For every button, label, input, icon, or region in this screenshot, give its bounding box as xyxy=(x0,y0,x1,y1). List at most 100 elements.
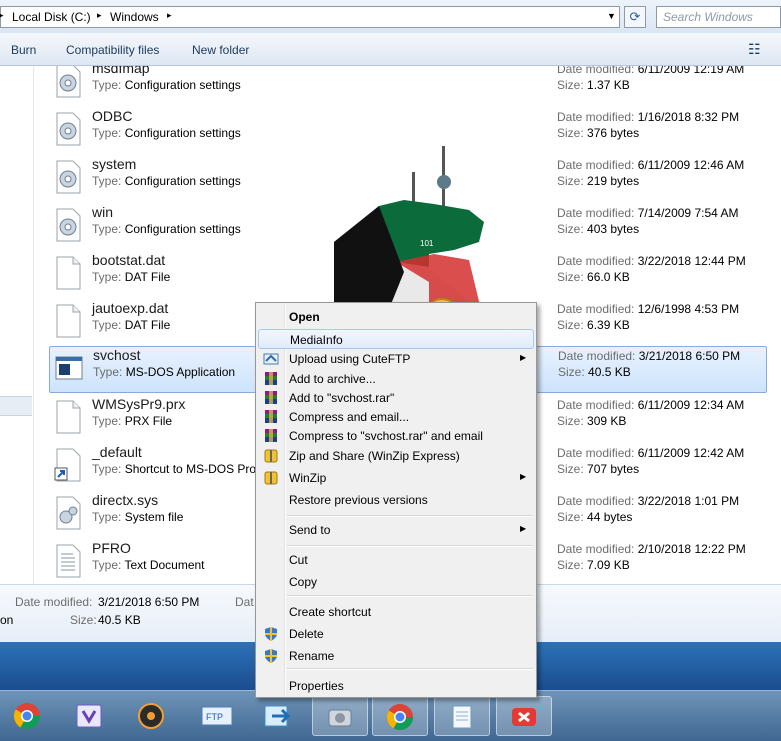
size-label: Size: xyxy=(557,78,584,92)
menu-item-label: Delete xyxy=(289,627,324,641)
size-value: 66.0 KB xyxy=(587,270,630,284)
menu-item-cut[interactable]: Cut xyxy=(258,550,534,570)
size-value: 40.5 KB xyxy=(588,365,631,379)
type-value: Text Document xyxy=(124,558,205,572)
breadcrumb-separator[interactable]: ▸ xyxy=(167,10,172,21)
details-size-value: 40.5 KB xyxy=(98,613,141,627)
size-value: 219 bytes xyxy=(587,174,640,188)
date-value: 6/11/2009 12:19 AM xyxy=(637,66,745,76)
taskbar-item[interactable] xyxy=(250,696,306,736)
date-value: 6/11/2009 12:42 AM xyxy=(637,446,745,460)
taskbar-item[interactable] xyxy=(0,696,56,736)
new-folder-button[interactable]: New folder xyxy=(192,43,249,57)
file-date: Date modified: 12/6/1998 4:53 PM xyxy=(557,302,739,316)
config-file-icon xyxy=(54,208,82,242)
breadcrumb-separator[interactable]: ▸ xyxy=(97,10,102,21)
menu-item-open[interactable]: Open xyxy=(258,307,534,327)
menu-item-label: Compress to "svchost.rar" and email xyxy=(289,429,483,443)
menu-item-copy[interactable]: Copy xyxy=(258,572,534,592)
view-options-icon[interactable]: ☷ xyxy=(748,41,761,58)
menu-item-label: Send to xyxy=(289,523,331,537)
address-bar[interactable]: ▸ Local Disk (C:) ▸ Windows ▸ ▼ xyxy=(0,6,620,28)
menu-item-restore-previous-versions[interactable]: Restore previous versions xyxy=(258,490,534,510)
burn-button[interactable]: Burn xyxy=(11,43,36,57)
file-type: Type: PRX File xyxy=(92,414,172,428)
file-name: svchost xyxy=(93,347,141,363)
file-row[interactable]: msdfmap Type: Configuration settings Date … xyxy=(49,66,767,107)
refresh-button[interactable]: ⟳ xyxy=(624,6,646,28)
menu-item-zip-and-share-winzip-express[interactable]: Zip and Share (WinZip Express) xyxy=(258,446,534,466)
details-cut-label: Dat xyxy=(235,595,254,609)
navigation-pane[interactable] xyxy=(0,66,34,584)
size-label: Size: xyxy=(557,126,584,140)
file-size: Size: 6.39 KB xyxy=(557,318,630,332)
date-value: 6/11/2009 12:46 AM xyxy=(637,158,745,172)
file-size: Size: 7.09 KB xyxy=(557,558,630,572)
file-type: Type: Shortcut to MS-DOS Pro xyxy=(92,462,256,476)
menu-item-rename[interactable]: Rename xyxy=(258,646,534,666)
winrar-icon xyxy=(263,371,279,387)
compatibility-files-button[interactable]: Compatibility files xyxy=(66,43,159,57)
visual-studio-icon xyxy=(74,701,104,734)
menu-item-label: Zip and Share (WinZip Express) xyxy=(289,449,460,463)
size-label: Size: xyxy=(557,414,584,428)
shield-icon xyxy=(263,648,279,664)
file-size: Size: 376 bytes xyxy=(557,126,639,140)
breadcrumb-local-disk[interactable]: Local Disk (C:) xyxy=(12,10,91,24)
taskbar-item[interactable]: FTP xyxy=(188,696,244,736)
size-label: Size: xyxy=(557,510,584,524)
file-size: Size: 309 KB xyxy=(557,414,626,428)
size-value: 309 KB xyxy=(587,414,627,428)
taskbar-item[interactable] xyxy=(124,696,180,736)
menu-item-add-to-archive[interactable]: Add to archive... xyxy=(258,369,534,389)
menu-item-compress-and-email[interactable]: Compress and email... xyxy=(258,407,534,427)
search-input[interactable]: Search Windows xyxy=(656,6,781,28)
date-value: 3/22/2018 12:44 PM xyxy=(637,254,746,268)
size-label: Size: xyxy=(557,174,584,188)
winrar-icon xyxy=(263,428,279,444)
size-label: Size: xyxy=(557,270,584,284)
menu-item-add-to-svchost-rar[interactable]: Add to "svchost.rar" xyxy=(258,388,534,408)
breadcrumb-windows[interactable]: Windows xyxy=(110,10,159,24)
menu-item-label: Create shortcut xyxy=(289,605,372,619)
taskbar-item[interactable] xyxy=(372,696,428,736)
cuteftp-icon xyxy=(263,351,279,367)
chevron-down-icon[interactable]: ▼ xyxy=(607,11,616,21)
file-date: Date modified: 3/22/2018 12:44 PM xyxy=(557,254,746,268)
size-label: Size: xyxy=(557,558,584,572)
menu-item-compress-to-svchost-rar-and-email[interactable]: Compress to "svchost.rar" and email xyxy=(258,426,534,446)
submenu-arrow-icon: ▶ xyxy=(520,524,527,533)
taskbar-item[interactable] xyxy=(312,696,368,736)
file-size: Size: 219 bytes xyxy=(557,174,639,188)
type-value: PRX File xyxy=(124,414,173,428)
date-label: Date modified: xyxy=(557,254,635,268)
menu-item-properties[interactable]: Properties xyxy=(258,676,534,696)
shield-icon xyxy=(263,626,279,642)
file-size: Size: 40.5 KB xyxy=(558,365,631,379)
date-value: 3/21/2018 6:50 PM xyxy=(638,349,741,363)
menu-item-mediainfo[interactable]: MediaInfo xyxy=(258,329,534,349)
file-name: _default xyxy=(92,444,142,460)
menu-item-delete[interactable]: Delete xyxy=(258,624,534,644)
menu-item-create-shortcut[interactable]: Create shortcut xyxy=(258,602,534,622)
menu-item-upload-using-cuteftp[interactable]: Upload using CuteFTP ▶ xyxy=(258,349,534,369)
taskbar-item[interactable] xyxy=(62,696,118,736)
file-size: Size: 66.0 KB xyxy=(557,270,630,284)
file-type: Type: System file xyxy=(92,510,183,524)
blank-file-icon xyxy=(54,304,82,338)
menu-item-send-to[interactable]: Send to ▶ xyxy=(258,520,534,540)
chrome-icon xyxy=(385,702,415,735)
menu-item-label: Upload using CuteFTP xyxy=(289,352,411,366)
taskbar-item[interactable] xyxy=(434,696,490,736)
size-value: 1.37 KB xyxy=(587,78,630,92)
context-menu[interactable]: Open MediaInfo Upload using CuteFTP ▶ Add to… xyxy=(255,302,537,698)
nav-selected-item[interactable] xyxy=(0,396,32,416)
menu-item-label: Open xyxy=(289,310,320,324)
taskbar-item[interactable] xyxy=(496,696,552,736)
winzip-icon xyxy=(263,448,279,464)
menu-item-winzip[interactable]: WinZip ▶ xyxy=(258,468,534,488)
system-file-icon xyxy=(54,496,82,530)
type-value: System file xyxy=(124,510,184,524)
menu-item-label: Cut xyxy=(289,553,308,567)
date-value: 6/11/2009 12:34 AM xyxy=(637,398,745,412)
